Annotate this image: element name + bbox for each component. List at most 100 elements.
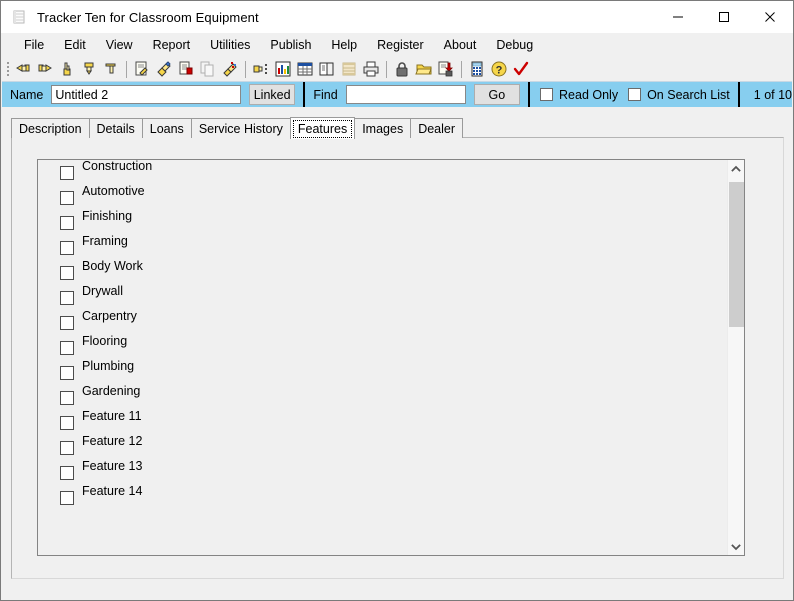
find-label: Find: [313, 87, 338, 102]
tab-label: Description: [19, 121, 82, 136]
tab-label: Details: [96, 121, 135, 136]
hand-point-up-icon[interactable]: [56, 58, 78, 80]
feature-checkbox-row[interactable]: Finishing: [38, 210, 726, 235]
window-title: Tracker Ten for Classroom Equipment: [37, 9, 259, 25]
delete-record-icon[interactable]: [219, 58, 241, 80]
go-button[interactable]: Go: [473, 84, 521, 105]
menu-item-view[interactable]: View: [96, 35, 143, 56]
feature-checkbox-row[interactable]: Flooring: [38, 335, 726, 360]
tab-loans[interactable]: Loans: [141, 118, 192, 138]
chevron-up-icon[interactable]: [728, 160, 744, 177]
hand-point-right-icon[interactable]: [34, 58, 56, 80]
tab-label: Loans: [149, 121, 184, 136]
toolbar-separator: [245, 60, 246, 78]
highlight-record-icon[interactable]: [153, 58, 175, 80]
linked-button[interactable]: Linked: [248, 84, 296, 105]
print-icon[interactable]: [360, 58, 382, 80]
feature-checkbox-row[interactable]: Feature 13: [38, 460, 726, 485]
feature-checkbox[interactable]: [60, 240, 74, 255]
hand-point-flat-icon[interactable]: [100, 58, 122, 80]
feature-checkbox[interactable]: [60, 340, 74, 355]
feature-checkbox[interactable]: [60, 465, 74, 480]
toolbar: ?: [2, 57, 792, 82]
tab-images[interactable]: Images: [354, 118, 412, 138]
help-question-icon[interactable]: ?: [488, 58, 510, 80]
menu-item-about[interactable]: About: [434, 35, 487, 56]
on-search-list-label: On Search List: [647, 87, 730, 102]
tab-dealer[interactable]: Dealer: [410, 118, 464, 138]
feature-label: Flooring: [82, 334, 128, 348]
record-counter: 1 of 10: [753, 87, 792, 102]
menu-item-utilities[interactable]: Utilities: [200, 35, 260, 56]
hand-point-left-icon[interactable]: [12, 58, 34, 80]
calculator-icon[interactable]: [466, 58, 488, 80]
feature-checkbox[interactable]: [60, 390, 74, 405]
maximize-button[interactable]: [701, 1, 747, 33]
feature-label: Carpentry: [82, 309, 137, 323]
feature-checkbox[interactable]: [60, 415, 74, 430]
save-as-icon[interactable]: [435, 58, 457, 80]
tab-details[interactable]: Details: [88, 118, 143, 138]
grid-table-icon[interactable]: [294, 58, 316, 80]
on-search-list-checkbox[interactable]: On Search List: [628, 88, 730, 102]
checkmark-icon[interactable]: [510, 58, 532, 80]
minimize-button[interactable]: [655, 1, 701, 33]
tab-service-history[interactable]: Service History: [190, 118, 291, 138]
features-scrollbar[interactable]: [727, 160, 744, 555]
feature-label: Feature 14: [82, 484, 143, 498]
feature-checkbox-row[interactable]: Feature 12: [38, 435, 726, 460]
close-button[interactable]: [747, 1, 793, 33]
feature-checkbox[interactable]: [60, 440, 74, 455]
chevron-down-icon[interactable]: [728, 538, 744, 555]
menu-item-edit[interactable]: Edit: [54, 35, 96, 56]
menu-item-file[interactable]: File: [14, 35, 54, 56]
feature-checkbox-row[interactable]: Drywall: [38, 285, 726, 310]
feature-checkbox-row[interactable]: Automotive: [38, 185, 726, 210]
feature-checkbox[interactable]: [60, 490, 74, 505]
read-only-checkbox[interactable]: Read Only: [540, 88, 618, 102]
feature-checkbox[interactable]: [60, 290, 74, 305]
feature-checkbox-row[interactable]: Plumbing: [38, 360, 726, 385]
hand-point-down-icon[interactable]: [78, 58, 100, 80]
feature-checkbox[interactable]: [60, 165, 74, 180]
search-list-icon[interactable]: [250, 58, 272, 80]
feature-label: Drywall: [82, 284, 123, 298]
feature-checkbox[interactable]: [60, 215, 74, 230]
menu-item-debug[interactable]: Debug: [486, 35, 543, 56]
feature-checkbox-row[interactable]: Gardening: [38, 385, 726, 410]
tab-description[interactable]: Description: [11, 118, 90, 138]
copy-record-icon[interactable]: [197, 58, 219, 80]
toolbar-separator: [386, 60, 387, 78]
tab-label: Features: [297, 121, 348, 136]
scrollbar-thumb[interactable]: [729, 182, 744, 327]
search-input[interactable]: [345, 85, 466, 104]
menu-item-register[interactable]: Register: [367, 35, 434, 56]
edit-record-icon[interactable]: [131, 58, 153, 80]
read-only-label: Read Only: [559, 87, 619, 102]
toolbar-grip[interactable]: [4, 60, 12, 78]
film-strip-icon[interactable]: [338, 58, 360, 80]
name-input[interactable]: [51, 85, 241, 104]
feature-checkbox-row[interactable]: Feature 11: [38, 410, 726, 435]
feature-label: Framing: [82, 234, 128, 248]
menu-item-help[interactable]: Help: [321, 35, 367, 56]
menu-item-publish[interactable]: Publish: [260, 35, 321, 56]
feature-checkbox[interactable]: [60, 190, 74, 205]
feature-checkbox-row[interactable]: Body Work: [38, 260, 726, 285]
feature-checkbox[interactable]: [60, 365, 74, 380]
tab-features[interactable]: Features: [289, 117, 356, 139]
bar-chart-icon[interactable]: [272, 58, 294, 80]
open-folder-icon[interactable]: [413, 58, 435, 80]
save-record-icon[interactable]: [175, 58, 197, 80]
duplicate-pages-icon[interactable]: [316, 58, 338, 80]
menu-item-report[interactable]: Report: [143, 35, 201, 56]
feature-checkbox-row[interactable]: Carpentry: [38, 310, 726, 335]
feature-checkbox[interactable]: [60, 315, 74, 330]
feature-checkbox-row[interactable]: Construction: [38, 160, 726, 185]
lock-icon[interactable]: [391, 58, 413, 80]
feature-checkbox-row[interactable]: Feature 14: [38, 485, 726, 510]
feature-label: Feature 11: [82, 409, 142, 423]
feature-checkbox-row[interactable]: Framing: [38, 235, 726, 260]
feature-checkbox[interactable]: [60, 265, 74, 280]
toolbar-separator: [126, 60, 127, 78]
